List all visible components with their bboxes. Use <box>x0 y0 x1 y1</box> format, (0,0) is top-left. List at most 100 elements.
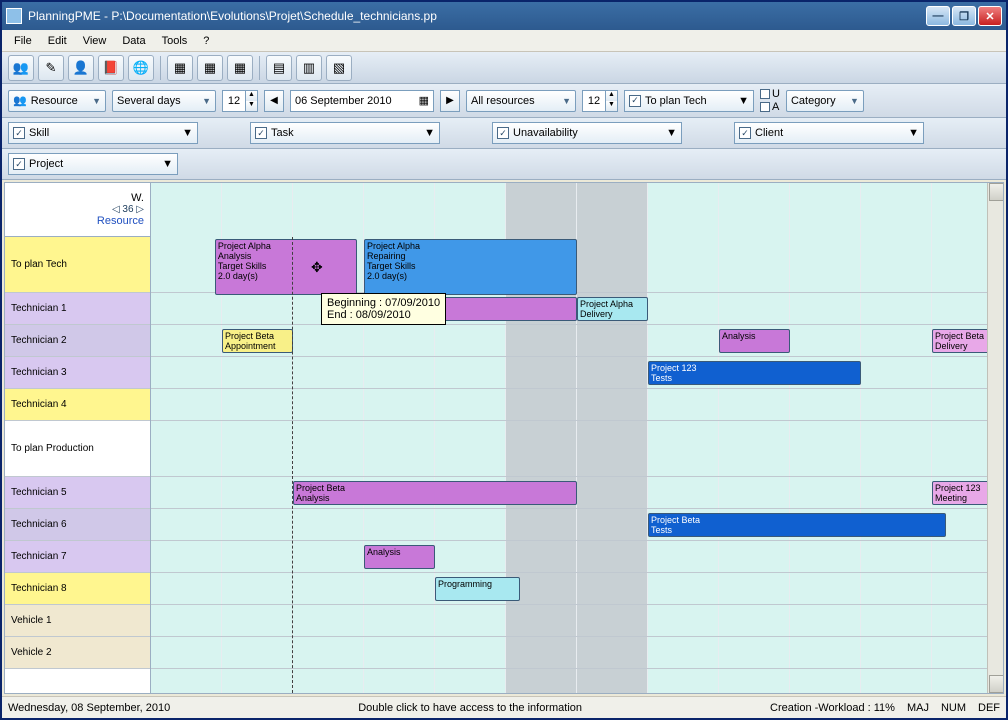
resource-sort[interactable]: Resource <box>97 215 144 227</box>
resource-column: W. ◁ 36 ▷ Resource To plan TechTechnicia… <box>5 183 151 693</box>
resource-row-label[interactable]: Technician 3 <box>5 357 150 389</box>
day-header: T14 <box>719 218 790 236</box>
task-bar[interactable]: Project Alpha Delivery <box>577 297 648 321</box>
plan-tech-filter[interactable]: ✓ To plan Tech ▼ <box>624 90 754 112</box>
titlebar[interactable]: PlanningPME - P:\Documentation\Evolution… <box>2 2 1006 30</box>
task-bar[interactable]: Project Beta Analysis <box>293 481 577 505</box>
category-combo[interactable]: Category ▼ <box>786 90 864 112</box>
filter-bar-2: ✓Skill▼ ✓Task▼ ✓Unavailability▼ ✓Client▼ <box>2 118 1006 149</box>
maximize-button[interactable]: ❐ <box>952 6 976 26</box>
gantt-row[interactable]: Project Alpha Analysis Target Skills 2.0… <box>151 237 1003 293</box>
tb-users-icon[interactable]: 👥 <box>8 55 34 81</box>
minimize-button[interactable]: — <box>926 6 950 26</box>
menu-view[interactable]: View <box>75 33 115 49</box>
tb-sched1-icon[interactable]: ▦ <box>167 55 193 81</box>
gantt-row[interactable]: Project Beta AppointmentAnalysisProject … <box>151 325 1003 357</box>
status-date: Wednesday, 08 September, 2010 <box>8 702 170 714</box>
tb-sched2-icon[interactable]: ▦ <box>197 55 223 81</box>
resource-row-label[interactable]: Technician 1 <box>5 293 150 325</box>
task-bar[interactable]: Project 123 Tests <box>648 361 861 385</box>
day-header: W15 <box>790 218 861 236</box>
tb-sched3-icon[interactable]: ▦ <box>227 55 253 81</box>
gantt-grid[interactable]: September 2010 Week 36 Week 37 M6T7W8T9F… <box>151 183 1003 693</box>
window-title: PlanningPME - P:\Documentation\Evolution… <box>28 9 926 23</box>
calendar-icon: ▦ <box>419 94 429 107</box>
skill-filter[interactable]: ✓Skill▼ <box>8 122 198 144</box>
period-combo[interactable]: Several days ▼ <box>112 90 216 112</box>
menu-help[interactable]: ? <box>195 33 217 49</box>
resource-row-label[interactable]: Vehicle 1 <box>5 605 150 637</box>
resource-row-label[interactable]: To plan Production <box>5 421 150 477</box>
task-bar[interactable]: Analysis <box>364 545 435 569</box>
count-spinner[interactable]: 12 ▲▼ <box>582 90 618 112</box>
task-tooltip: Beginning : 07/09/2010End : 08/09/2010 <box>321 293 446 325</box>
chevron-down-icon: ▼ <box>738 95 749 107</box>
tb-group-icon[interactable]: 👤 <box>68 55 94 81</box>
day-header: W8 <box>293 218 364 236</box>
menu-edit[interactable]: Edit <box>40 33 75 49</box>
date-field[interactable]: 06 September 2010 ▦ <box>290 90 434 112</box>
day-header: T9 <box>364 218 435 236</box>
menu-data[interactable]: Data <box>114 33 153 49</box>
day-header: S11 <box>506 218 577 236</box>
day-header: T7 <box>222 218 293 236</box>
ua-toggles[interactable]: U A <box>760 88 780 113</box>
filter-bar-3: ✓Project▼ <box>2 149 1006 180</box>
resource-row-label[interactable]: To plan Tech <box>5 237 150 293</box>
task-bar[interactable]: Analysis <box>719 329 790 353</box>
task-bar[interactable]: Programming <box>435 577 520 601</box>
close-button[interactable]: ✕ <box>978 6 1002 26</box>
chevron-down-icon: ▼ <box>202 96 211 106</box>
statusbar: Wednesday, 08 September, 2010 Double cli… <box>2 696 1006 718</box>
gantt-row[interactable]: Project Beta AnalysisProject 123 Meeting <box>151 477 1003 509</box>
menu-tools[interactable]: Tools <box>154 33 196 49</box>
unavailability-filter[interactable]: ✓Unavailability▼ <box>492 122 682 144</box>
task-bar[interactable]: Project Beta Appointment <box>222 329 293 353</box>
tb-book-icon[interactable]: 📕 <box>98 55 124 81</box>
resource-row-label[interactable]: Technician 8 <box>5 573 150 605</box>
gantt-row[interactable]: Programming <box>151 573 1003 605</box>
tb-globe-icon[interactable]: 🌐 <box>128 55 154 81</box>
task-bar[interactable]: Project Beta Tests <box>648 513 946 537</box>
resource-row-label[interactable]: Technician 4 <box>5 389 150 421</box>
chevron-down-icon: ▼ <box>92 96 101 106</box>
gantt-row[interactable] <box>151 389 1003 421</box>
resource-row-label[interactable]: Technician 6 <box>5 509 150 541</box>
task-bar[interactable]: Project Alpha Repairing Target Skills 2.… <box>364 239 577 295</box>
gantt-row[interactable]: ct 123 ysisProject Alpha Delivery <box>151 293 1003 325</box>
resource-row-label[interactable]: Technician 7 <box>5 541 150 573</box>
resource-row-label[interactable]: Vehicle 2 <box>5 637 150 669</box>
chevron-down-icon: ▼ <box>562 96 571 106</box>
gantt-row[interactable]: Analysis <box>151 541 1003 573</box>
status-def: DEF <box>978 702 1000 714</box>
resource-row-label[interactable]: Technician 5 <box>5 477 150 509</box>
gantt-row[interactable]: Project 123 Tests <box>151 357 1003 389</box>
app-icon <box>6 8 22 24</box>
day-header: M13 <box>648 218 719 236</box>
week-nav[interactable]: ◁ 36 ▷ <box>112 204 144 215</box>
resource-header: W. ◁ 36 ▷ Resource <box>5 183 150 237</box>
resource-combo[interactable]: 👥 Resource ▼ <box>8 90 106 112</box>
gantt-row[interactable] <box>151 421 1003 477</box>
prev-date-button[interactable]: ◀ <box>264 90 284 112</box>
tb-view2-icon[interactable]: ▥ <box>296 55 322 81</box>
client-filter[interactable]: ✓Client▼ <box>734 122 924 144</box>
task-bar[interactable]: Project Alpha Analysis Target Skills 2.0… <box>215 239 357 295</box>
filter-bar-1: 👥 Resource ▼ Several days ▼ 12 ▲▼ ◀ 06 S… <box>2 84 1006 118</box>
tb-view3-icon[interactable]: ▧ <box>326 55 352 81</box>
all-resources-combo[interactable]: All resources ▼ <box>466 90 576 112</box>
status-hint: Double click to have access to the infor… <box>190 702 750 714</box>
tb-view1-icon[interactable]: ▤ <box>266 55 292 81</box>
tb-wand-icon[interactable]: ✎ <box>38 55 64 81</box>
days-spinner[interactable]: 12 ▲▼ <box>222 90 258 112</box>
next-date-button[interactable]: ▶ <box>440 90 460 112</box>
gantt-row[interactable] <box>151 605 1003 637</box>
gantt-row[interactable] <box>151 637 1003 669</box>
scrollbar-vertical[interactable] <box>987 183 1003 693</box>
day-header: M6 <box>151 218 222 236</box>
resource-row-label[interactable]: Technician 2 <box>5 325 150 357</box>
gantt-row[interactable]: Project Beta Tests <box>151 509 1003 541</box>
project-filter[interactable]: ✓Project▼ <box>8 153 178 175</box>
menu-file[interactable]: File <box>6 33 40 49</box>
task-filter[interactable]: ✓Task▼ <box>250 122 440 144</box>
